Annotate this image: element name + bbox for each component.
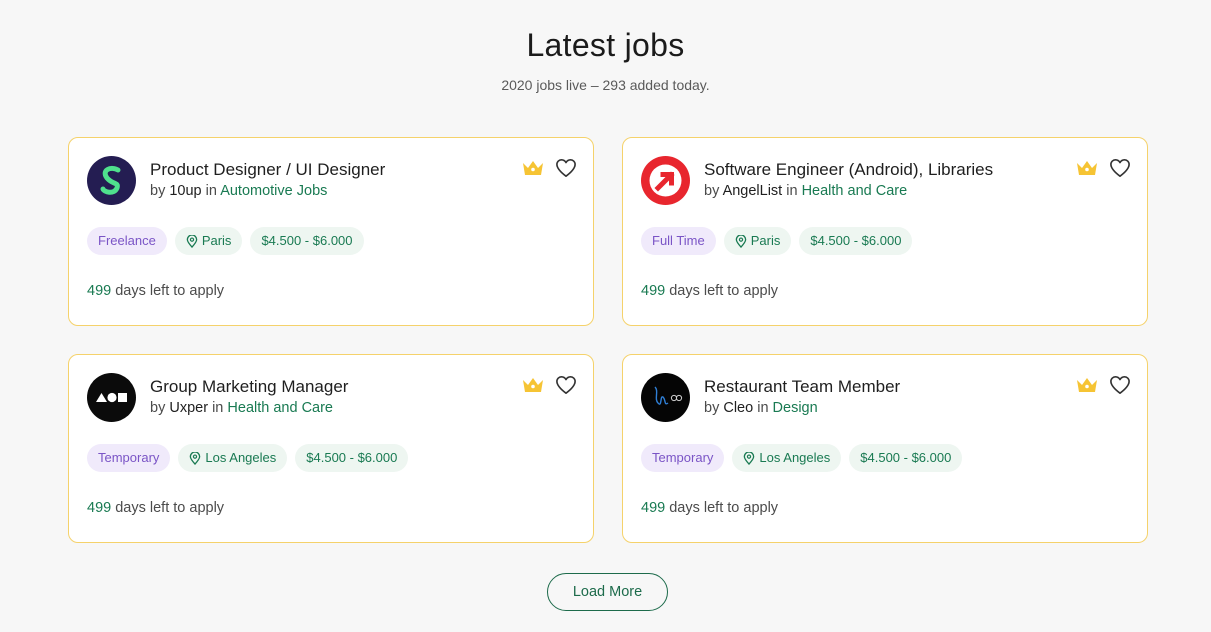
section-header: Latest jobs 2020 jobs live – 293 added t… — [0, 0, 1211, 94]
job-title[interactable]: Product Designer / UI Designer — [150, 160, 385, 180]
company-logo[interactable] — [87, 156, 136, 205]
company-logo[interactable] — [641, 156, 690, 205]
location-badge[interactable]: Los Angeles — [178, 444, 288, 472]
location-badge[interactable]: Los Angeles — [732, 444, 842, 472]
job-byline: by 10up in Automotive Jobs — [150, 182, 327, 200]
angellist-logo-icon — [649, 164, 682, 197]
job-tags: Full Time Paris $4.500 - $6.000 — [641, 227, 913, 255]
location-badge[interactable]: Paris — [723, 227, 792, 255]
company-name[interactable]: Uxper — [169, 400, 208, 416]
job-title[interactable]: Restaurant Team Member — [704, 377, 900, 397]
job-tags: Temporary Los Angeles $4.500 - $6.000 — [87, 444, 409, 472]
job-title[interactable]: Software Engineer (Android), Libraries — [704, 160, 993, 180]
days-suffix: days left to apply — [669, 500, 779, 516]
location-text: Los Angeles — [205, 450, 277, 465]
location-text: Los Angeles — [759, 450, 831, 465]
in-label: in — [757, 400, 769, 416]
heart-icon[interactable] — [555, 375, 577, 395]
days-count: 499 — [641, 500, 666, 516]
job-type-badge[interactable]: Temporary — [87, 444, 171, 472]
heart-icon[interactable] — [555, 158, 577, 178]
location-text: Paris — [201, 233, 232, 248]
deadline-text: 499 days left to apply — [87, 282, 224, 300]
deadline-text: 499 days left to apply — [641, 282, 778, 300]
job-card[interactable]: Restaurant Team Member by Cleo in Design… — [622, 354, 1148, 543]
job-type-badge[interactable]: Full Time — [641, 227, 716, 255]
category-link[interactable]: Health and Care — [802, 183, 908, 199]
job-byline: by AngelList in Health and Care — [704, 182, 907, 200]
in-label: in — [786, 183, 798, 199]
company-name[interactable]: Cleo — [723, 400, 753, 416]
crown-icon — [1077, 161, 1097, 175]
location-badge[interactable]: Paris — [174, 227, 243, 255]
job-byline: by Uxper in Health and Care — [150, 399, 333, 417]
job-tags: Freelance Paris $4.500 - $6.000 — [87, 227, 364, 255]
by-label: by — [150, 183, 166, 199]
job-card[interactable]: Group Marketing Manager by Uxper in Heal… — [68, 354, 594, 543]
heart-icon[interactable] — [1109, 375, 1131, 395]
days-suffix: days left to apply — [115, 500, 225, 516]
page-subtitle: 2020 jobs live – 293 added today. — [501, 77, 710, 93]
deadline-text: 499 days left to apply — [87, 499, 224, 517]
page-title: Latest jobs — [526, 27, 685, 63]
company-logo[interactable] — [641, 373, 690, 422]
location-pin-icon — [186, 234, 198, 248]
by-label: by — [704, 183, 720, 199]
company-name[interactable]: AngelList — [723, 183, 783, 199]
days-count: 499 — [641, 283, 666, 299]
job-tags: Temporary Los Angeles $4.500 - $6.000 — [641, 444, 963, 472]
salary-badge: $4.500 - $6.000 — [295, 444, 409, 472]
days-suffix: days left to apply — [115, 283, 225, 299]
location-text: Paris — [750, 233, 781, 248]
job-grid: Product Designer / UI Designer by 10up i… — [68, 137, 1148, 543]
job-title[interactable]: Group Marketing Manager — [150, 377, 348, 397]
load-more-button[interactable]: Load More — [547, 573, 668, 611]
by-label: by — [150, 400, 166, 416]
in-label: in — [212, 400, 224, 416]
days-suffix: days left to apply — [669, 283, 779, 299]
heart-icon[interactable] — [1109, 158, 1131, 178]
category-link[interactable]: Design — [773, 400, 818, 416]
job-card[interactable]: Software Engineer (Android), Libraries b… — [622, 137, 1148, 326]
salary-badge: $4.500 - $6.000 — [250, 227, 364, 255]
crown-icon — [1077, 378, 1097, 392]
location-pin-icon — [190, 451, 201, 465]
deadline-text: 499 days left to apply — [641, 499, 778, 517]
location-pin-icon — [744, 451, 755, 465]
uxper-logo-icon — [96, 392, 127, 403]
cleo-logo-icon — [654, 386, 683, 405]
job-card[interactable]: Product Designer / UI Designer by 10up i… — [68, 137, 594, 326]
location-pin-icon — [735, 234, 747, 248]
crown-icon — [523, 161, 543, 175]
company-logo[interactable] — [87, 373, 136, 422]
10up-logo-icon — [100, 165, 121, 195]
job-byline: by Cleo in Design — [704, 399, 818, 417]
by-label: by — [704, 400, 720, 416]
category-link[interactable]: Automotive Jobs — [220, 183, 327, 199]
company-name[interactable]: 10up — [169, 183, 201, 199]
job-type-badge[interactable]: Temporary — [641, 444, 725, 472]
days-count: 499 — [87, 283, 112, 299]
salary-badge: $4.500 - $6.000 — [849, 444, 963, 472]
days-count: 499 — [87, 500, 112, 516]
category-link[interactable]: Health and Care — [227, 400, 333, 416]
crown-icon — [523, 378, 543, 392]
job-type-badge[interactable]: Freelance — [87, 227, 167, 255]
salary-badge: $4.500 - $6.000 — [799, 227, 913, 255]
in-label: in — [205, 183, 217, 199]
